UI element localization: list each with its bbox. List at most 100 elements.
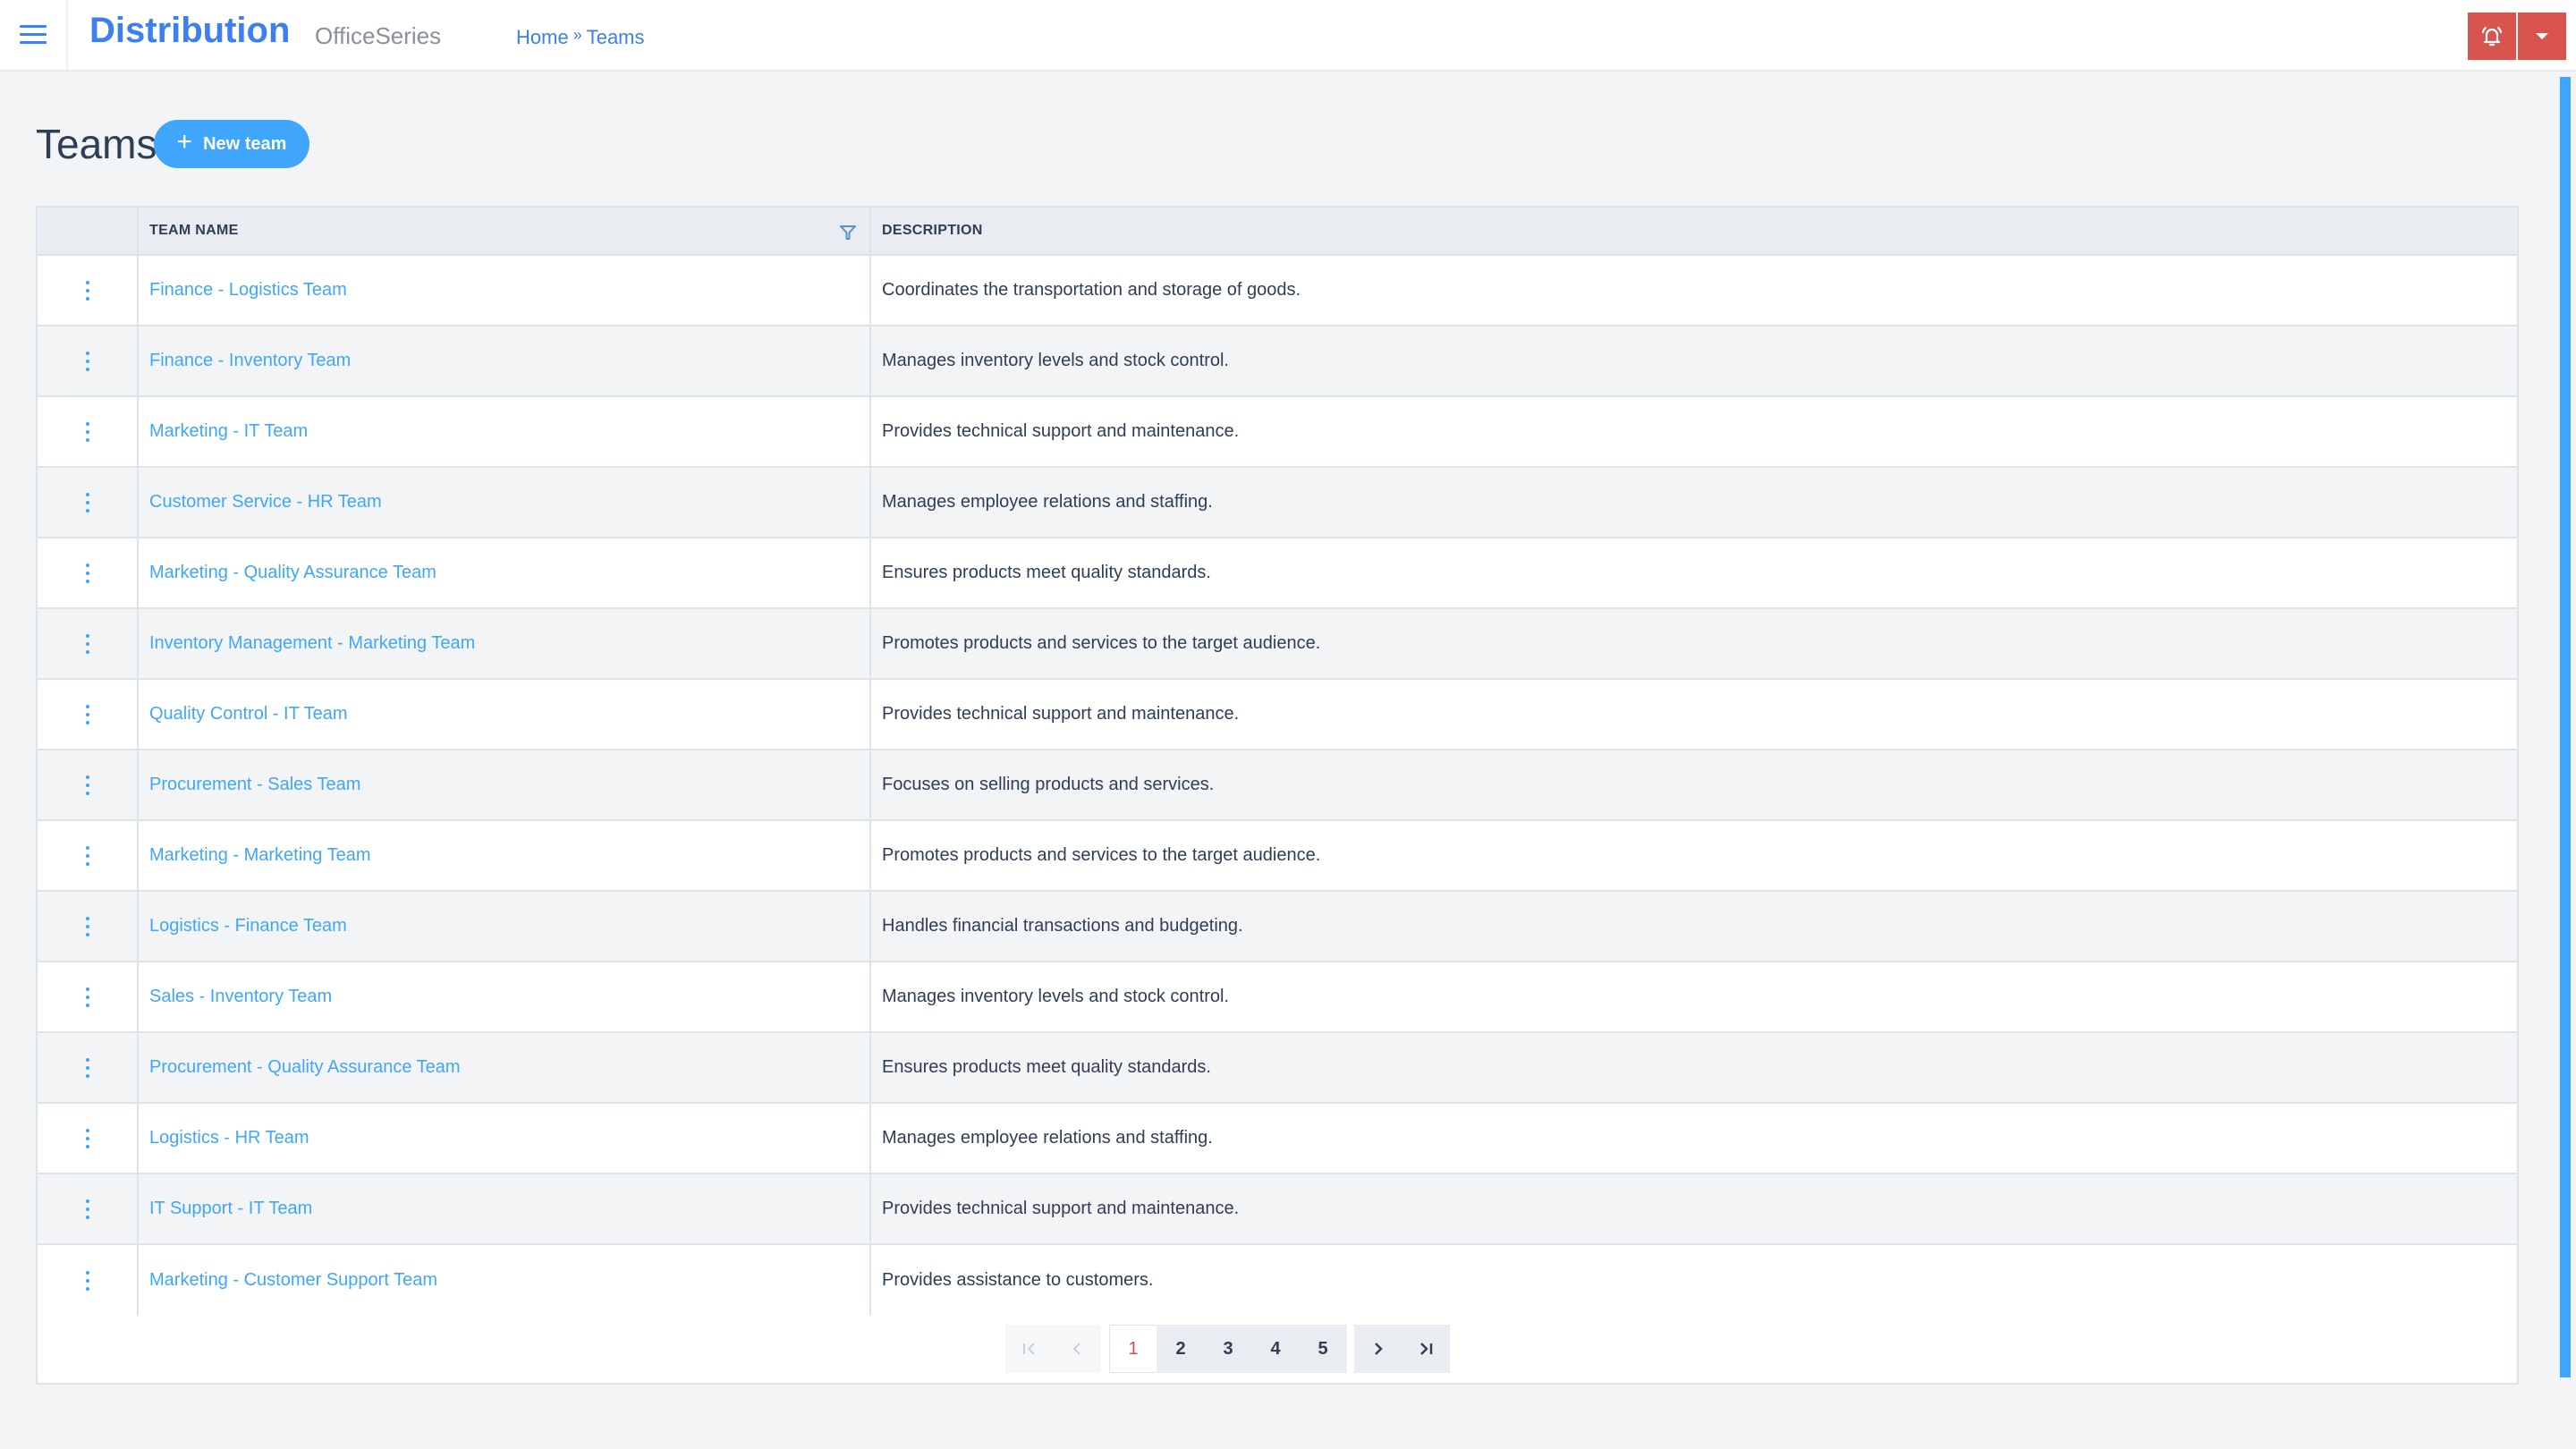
new-team-button[interactable]: + New team <box>154 120 309 168</box>
team-name-link[interactable]: Customer Service - HR Team <box>149 492 382 513</box>
team-name-link[interactable]: Sales - Inventory Team <box>149 987 332 1007</box>
kebab-menu-icon[interactable] <box>79 489 97 516</box>
team-description: Manages employee relations and staffing. <box>882 1128 1213 1148</box>
table-row: Procurement - Sales Team Focuses on selli… <box>38 750 2517 821</box>
table-row: Quality Control - IT Team Provides techni… <box>38 680 2517 750</box>
breadcrumb-home[interactable]: Home <box>516 26 569 49</box>
kebab-menu-icon[interactable] <box>79 1267 97 1294</box>
team-name-link[interactable]: Procurement - Quality Assurance Team <box>149 1057 461 1078</box>
team-name-link[interactable]: Procurement - Sales Team <box>149 775 360 795</box>
last-page-icon <box>1420 1343 1433 1355</box>
page-button-1[interactable]: 1 <box>1109 1325 1157 1373</box>
team-name-link[interactable]: Marketing - Marketing Team <box>149 845 371 866</box>
table-row: IT Support - IT Team Provides technical s… <box>38 1174 2517 1245</box>
team-name-link[interactable]: Marketing - Quality Assurance Team <box>149 563 436 583</box>
team-description: Promotes products and services to the ta… <box>882 633 1321 653</box>
team-name-link[interactable]: Finance - Inventory Team <box>149 351 351 371</box>
description-cell: Promotes products and services to the ta… <box>871 821 2517 890</box>
first-page-icon <box>1023 1343 1035 1355</box>
row-actions-cell <box>38 1033 139 1102</box>
row-actions-cell <box>38 962 139 1031</box>
first-page-button[interactable] <box>1005 1325 1054 1373</box>
team-name-link[interactable]: Quality Control - IT Team <box>149 704 348 724</box>
team-name-cell: Marketing - Marketing Team <box>139 821 871 890</box>
description-cell: Manages employee relations and staffing. <box>871 1104 2517 1173</box>
team-name-cell: Procurement - Sales Team <box>139 750 871 819</box>
table-row: Finance - Inventory Team Manages inventor… <box>38 326 2517 397</box>
team-description: Provides assistance to customers. <box>882 1270 1154 1290</box>
row-actions-cell <box>38 468 139 537</box>
team-name-cell: Procurement - Quality Assurance Team <box>139 1033 871 1102</box>
team-name-link[interactable]: Inventory Management - Marketing Team <box>149 633 475 654</box>
table-row: Logistics - Finance Team Handles financia… <box>38 892 2517 962</box>
next-page-button[interactable] <box>1354 1325 1402 1373</box>
team-name-cell: Logistics - HR Team <box>139 1104 871 1173</box>
team-name-cell: Customer Service - HR Team <box>139 468 871 537</box>
team-description: Handles financial transactions and budge… <box>882 916 1243 936</box>
team-name-cell: Marketing - IT Team <box>139 397 871 466</box>
table-body: Finance - Logistics Team Coordinates the … <box>38 256 2517 1316</box>
kebab-menu-icon[interactable] <box>79 913 97 940</box>
team-description: Manages inventory levels and stock contr… <box>882 987 1229 1006</box>
kebab-menu-icon[interactable] <box>79 277 97 304</box>
row-actions-cell <box>38 256 139 325</box>
row-actions-cell <box>38 397 139 466</box>
header-divider <box>66 0 68 70</box>
team-name-link[interactable]: IT Support - IT Team <box>149 1199 312 1219</box>
page-scrollbar[interactable] <box>2560 77 2571 1377</box>
kebab-menu-icon[interactable] <box>79 843 97 869</box>
team-name-cell: Finance - Inventory Team <box>139 326 871 395</box>
page-button-2[interactable]: 2 <box>1157 1325 1205 1373</box>
team-name-cell: Logistics - Finance Team <box>139 892 871 961</box>
kebab-menu-icon[interactable] <box>79 1055 97 1081</box>
team-name-column-header[interactable]: TEAM NAME <box>139 208 871 254</box>
team-name-link[interactable]: Logistics - HR Team <box>149 1128 309 1148</box>
kebab-menu-icon[interactable] <box>79 631 97 657</box>
hamburger-menu-icon[interactable] <box>20 25 47 47</box>
user-menu-dropdown-button[interactable] <box>2518 13 2566 60</box>
kebab-menu-icon[interactable] <box>79 1125 97 1152</box>
table-row: Inventory Management - Marketing Team Pro… <box>38 609 2517 680</box>
prev-page-button[interactable] <box>1053 1325 1101 1373</box>
kebab-menu-icon[interactable] <box>79 701 97 728</box>
team-name-link[interactable]: Finance - Logistics Team <box>149 280 347 301</box>
team-name-cell: Marketing - Customer Support Team <box>139 1245 871 1316</box>
app-brand[interactable]: Distribution <box>89 11 290 51</box>
team-description: Ensures products meet quality standards. <box>882 563 1211 582</box>
kebab-menu-icon[interactable] <box>79 1196 97 1223</box>
team-description: Provides technical support and maintenan… <box>882 1199 1240 1218</box>
row-actions-cell <box>38 680 139 749</box>
page-button-5[interactable]: 5 <box>1299 1325 1347 1373</box>
kebab-menu-icon[interactable] <box>79 772 97 799</box>
description-cell: Handles financial transactions and budge… <box>871 892 2517 961</box>
description-cell: Provides technical support and maintenan… <box>871 1174 2517 1243</box>
team-description: Provides technical support and maintenan… <box>882 704 1240 724</box>
team-name-link[interactable]: Marketing - IT Team <box>149 421 308 442</box>
description-cell: Provides assistance to customers. <box>871 1245 2517 1316</box>
new-team-label: New team <box>203 133 287 154</box>
team-name-cell: IT Support - IT Team <box>139 1174 871 1243</box>
description-cell: Ensures products meet quality standards. <box>871 538 2517 607</box>
teams-table: TEAM NAME DESCRIPTION Finance - Logistic… <box>36 206 2519 1385</box>
notifications-button[interactable] <box>2468 13 2516 60</box>
team-description: Coordinates the transportation and stora… <box>882 280 1301 300</box>
page-button-4[interactable]: 4 <box>1251 1325 1300 1373</box>
team-name-link[interactable]: Marketing - Customer Support Team <box>149 1270 437 1291</box>
kebab-menu-icon[interactable] <box>79 419 97 445</box>
chevron-right-icon <box>1375 1343 1383 1355</box>
description-cell: Coordinates the transportation and stora… <box>871 256 2517 325</box>
last-page-button[interactable] <box>1402 1325 1450 1373</box>
row-actions-cell <box>38 750 139 819</box>
kebab-menu-icon[interactable] <box>79 984 97 1011</box>
filter-icon[interactable] <box>839 224 857 242</box>
breadcrumb: Home » Teams <box>516 26 645 49</box>
description-cell: Provides technical support and maintenan… <box>871 680 2517 749</box>
page-title: Teams <box>36 121 157 167</box>
table-row: Marketing - Quality Assurance Team Ensure… <box>38 538 2517 609</box>
breadcrumb-teams[interactable]: Teams <box>587 26 645 49</box>
team-name-link[interactable]: Logistics - Finance Team <box>149 916 347 936</box>
kebab-menu-icon[interactable] <box>79 560 97 587</box>
team-description: Manages inventory levels and stock contr… <box>882 351 1229 370</box>
kebab-menu-icon[interactable] <box>79 348 97 375</box>
page-button-3[interactable]: 3 <box>1204 1325 1252 1373</box>
